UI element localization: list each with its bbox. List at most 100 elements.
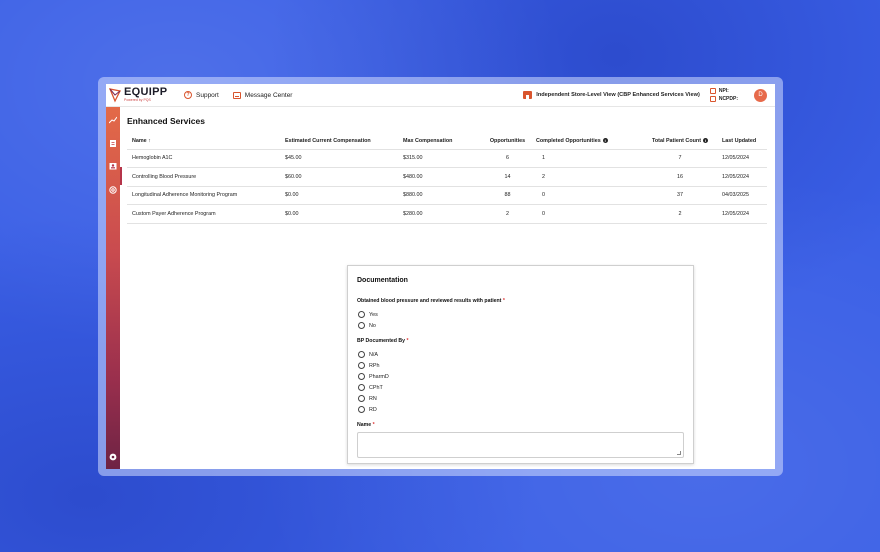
radio-option-rd[interactable]: RD [358, 406, 377, 413]
radio-circle-icon[interactable] [358, 373, 365, 380]
radio-option-rph[interactable]: RPh [358, 362, 380, 369]
equipp-logo[interactable]: EQUIPP Powered by PQS [108, 87, 180, 103]
table-row[interactable]: Controlling Blood Pressure $60.00 $480.0… [127, 167, 767, 187]
radio-option-label: PharmD [369, 373, 389, 380]
column-header-max-compensation[interactable]: Max Compensation [403, 134, 479, 150]
radio-option-no[interactable]: No [358, 322, 376, 329]
pharmacy-ids: NPI: NCPDP: [709, 87, 738, 103]
table-row[interactable]: Hemoglobin A1C $45.00 $315.00 6 1 7 12/0… [127, 149, 767, 168]
name-textarea[interactable] [357, 432, 684, 458]
table-row[interactable]: Longitudinal Adherence Monitoring Progra… [127, 186, 767, 205]
cell-estimated-compensation: $45.00 [285, 149, 403, 168]
cell-name: Hemoglobin A1C [127, 149, 285, 168]
radio-option-rn[interactable]: RN [358, 395, 377, 402]
logo-word: EQUIPP [124, 86, 168, 99]
column-header-last-updated[interactable]: Last Updated [722, 134, 767, 150]
cell-estimated-compensation: $0.00 [285, 204, 403, 224]
storefront-icon [523, 91, 533, 99]
radio-option-na[interactable]: N/A [358, 351, 378, 358]
question-bp-documented-by-label: BP Documented By [357, 338, 406, 344]
store-view-selector[interactable]: Independent Store-Level View (CBP Enhanc… [523, 91, 700, 99]
radio-option-label: No [369, 322, 376, 329]
cell-max-compensation: $315.00 [403, 149, 479, 168]
total-patient-count-label: Total Patient Count [651, 138, 701, 145]
message-center-link[interactable]: Message Center [232, 91, 293, 99]
cell-name: Controlling Blood Pressure [127, 167, 285, 187]
cell-completed-opportunities: 0 [536, 204, 638, 224]
cell-completed-opportunities: 1 [536, 149, 638, 168]
required-mark: * [502, 298, 505, 304]
logo-subtitle: Powered by PQS [124, 98, 151, 103]
support-link[interactable]: ? Support [184, 91, 219, 99]
column-header-completed-opportunities[interactable]: Completed Opportunities i [536, 134, 638, 150]
main-content: Enhanced Services Name ↑ Estimated Curre… [120, 107, 775, 469]
id-card-icon[interactable] [109, 162, 117, 170]
cell-total-patient-count: 7 [638, 149, 722, 168]
radio-option-label: N/A [369, 351, 378, 358]
sidebar [106, 107, 120, 469]
cell-opportunities: 6 [479, 149, 536, 168]
app-window: EQUIPP Powered by PQS ? Support Message … [106, 84, 775, 469]
radio-option-yes[interactable]: Yes [358, 311, 378, 318]
info-icon[interactable]: i [703, 138, 708, 144]
documentation-title: Documentation [357, 277, 408, 284]
trend-chart-icon[interactable] [109, 116, 117, 124]
radio-circle-icon[interactable] [358, 406, 365, 413]
question-bp-documented-by: BP Documented By * [357, 338, 409, 344]
required-mark: * [406, 338, 409, 344]
radio-option-label: RPh [369, 362, 380, 369]
cell-max-compensation: $480.00 [403, 167, 479, 187]
question-name: Name * [357, 422, 375, 428]
column-header-name[interactable]: Name ↑ [127, 134, 285, 150]
radio-circle-icon[interactable] [358, 395, 365, 402]
pharmacy-badge-icon [709, 96, 716, 102]
cell-last-updated: 12/05/2024 [722, 149, 767, 168]
column-header-estimated-compensation[interactable]: Estimated Current Compensation [285, 134, 403, 150]
info-icon[interactable]: i [602, 138, 608, 144]
cell-last-updated: 12/05/2024 [722, 204, 767, 224]
support-label: Support [196, 91, 219, 99]
radio-circle-icon[interactable] [358, 351, 365, 358]
id-badge-icon [709, 88, 716, 94]
question-bp-obtained: Obtained blood pressure and reviewed res… [357, 298, 505, 304]
radio-option-pharmd[interactable]: PharmD [358, 373, 389, 380]
cell-estimated-compensation: $60.00 [285, 167, 403, 187]
cell-name: Longitudinal Adherence Monitoring Progra… [127, 186, 285, 205]
clipboard-icon[interactable] [109, 139, 117, 147]
cell-opportunities: 14 [479, 167, 536, 187]
enhanced-services-table: Name ↑ Estimated Current Compensation Ma… [127, 134, 767, 224]
cell-total-patient-count: 16 [638, 167, 722, 187]
ncpdp-label: NCPDP: [718, 96, 738, 102]
radio-option-label: Yes [369, 311, 378, 318]
cell-max-compensation: $280.00 [403, 204, 479, 224]
question-bp-obtained-label: Obtained blood pressure and reviewed res… [357, 298, 502, 304]
question-name-label: Name [357, 422, 372, 428]
equipp-logo-mark-icon [108, 87, 122, 103]
cell-total-patient-count: 2 [638, 204, 722, 224]
user-avatar[interactable]: D [754, 88, 767, 102]
documentation-panel: Documentation Obtained blood pressure an… [347, 265, 694, 464]
top-bar: EQUIPP Powered by PQS ? Support Message … [106, 84, 775, 107]
settings-icon[interactable] [109, 453, 117, 461]
cell-last-updated: 12/05/2024 [722, 167, 767, 187]
cell-max-compensation: $880.00 [403, 186, 479, 205]
resize-handle-icon[interactable] [677, 451, 681, 455]
radio-circle-icon[interactable] [358, 311, 365, 318]
radio-circle-icon[interactable] [358, 384, 365, 391]
message-center-label: Message Center [244, 91, 293, 99]
cell-total-patient-count: 37 [638, 186, 722, 205]
radio-option-label: RN [369, 395, 377, 402]
radio-option-label: CPhT [369, 384, 383, 391]
radio-circle-icon[interactable] [358, 362, 365, 369]
radio-option-cpht[interactable]: CPhT [358, 384, 383, 391]
column-header-opportunities[interactable]: Opportunities [479, 134, 536, 150]
cell-estimated-compensation: $0.00 [285, 186, 403, 205]
radio-circle-icon[interactable] [358, 322, 365, 329]
cell-opportunities: 2 [479, 204, 536, 224]
column-header-total-patient-count[interactable]: Total Patient Count i [638, 134, 722, 150]
completed-opportunities-label: Completed Opportunities [536, 138, 601, 145]
table-row[interactable]: Custom Payer Adherence Program $0.00 $28… [127, 204, 767, 224]
radio-option-label: RD [369, 406, 377, 413]
cell-last-updated: 04/03/2025 [722, 186, 767, 205]
at-sign-icon[interactable] [109, 186, 117, 194]
